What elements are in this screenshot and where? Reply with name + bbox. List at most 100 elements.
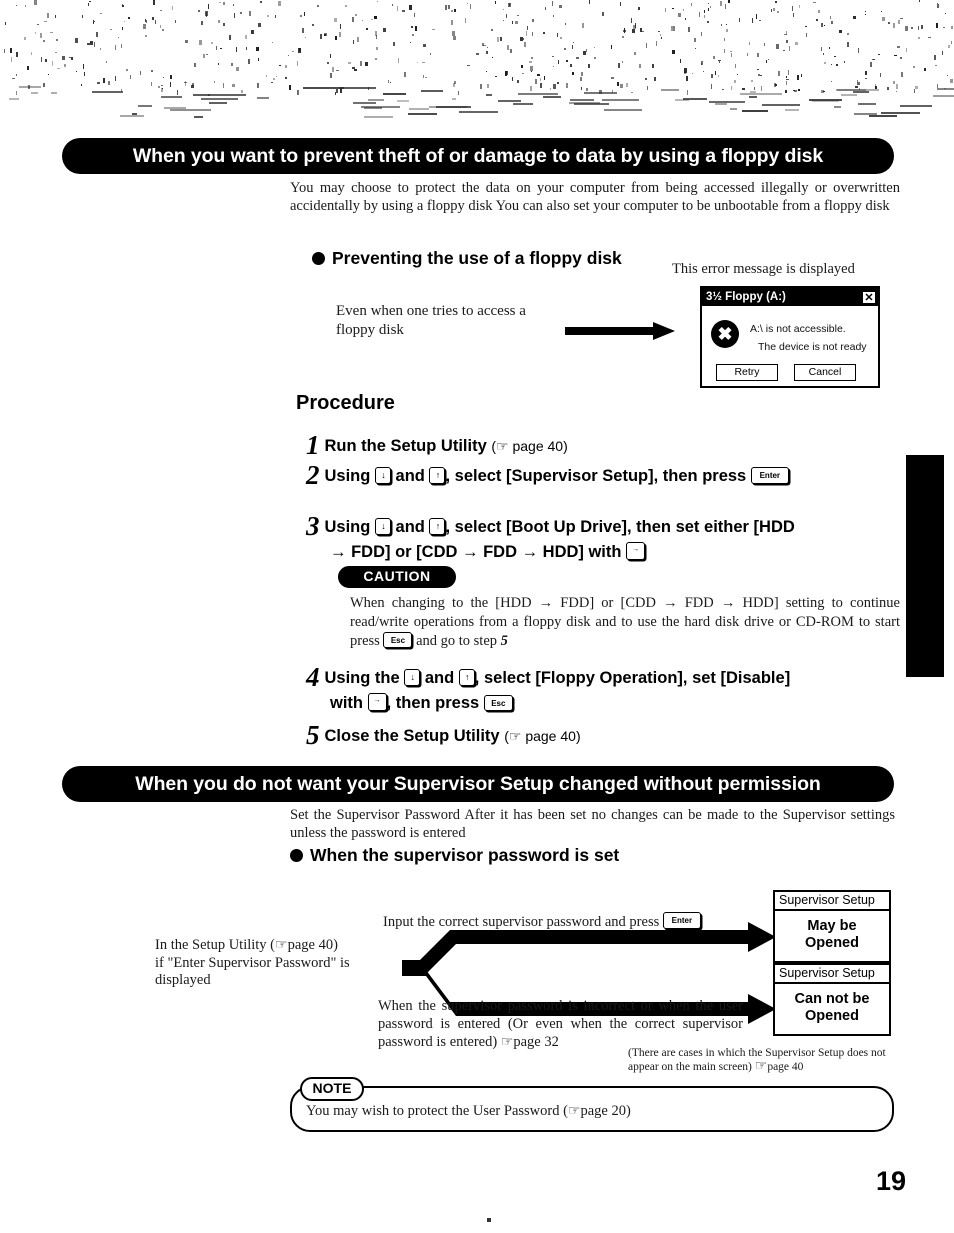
- key-down-arrow-icon: ↓: [374, 467, 391, 484]
- pointing-hand-icon: ☞: [275, 938, 288, 953]
- step-text-d: with: [330, 694, 363, 712]
- step-text-c: , select [Boot Up Drive], then set eithe…: [445, 518, 795, 536]
- step-text-c: , select [Floppy Operation], set [Disabl…: [474, 669, 791, 687]
- caution-text-b: and go to step: [416, 633, 498, 649]
- caption-even-when-access: Even when one tries to access a floppy d…: [336, 303, 526, 338]
- heading-preventing-floppy-use: Preventing the use of a floppy disk: [312, 248, 622, 269]
- page-reference-label: page 40: [512, 438, 564, 454]
- procedure-step-4: 4 Using the ↓ and ↑, select [Floppy Opera…: [306, 664, 906, 716]
- result-box-body: May be Opened: [775, 911, 889, 961]
- floppy-error-dialog: 3½ Floppy (A:) ✕ ✖ A:\ is not accessible…: [700, 286, 880, 388]
- close-icon[interactable]: ✕: [862, 290, 876, 304]
- procedure-step-5: 5 Close the Setup Utility (☞ page 40): [306, 722, 581, 749]
- scan-noise-artifact: [0, 0, 954, 122]
- key-esc-icon: Esc: [383, 632, 413, 648]
- key-space-icon: →: [626, 542, 646, 560]
- flow-left-pageref: page 40): [287, 937, 338, 953]
- page-index-tab: [906, 455, 944, 677]
- result-box-header: Supervisor Setup: [775, 965, 889, 984]
- flow-left-condition-text: In the Setup Utility (☞page 40) if "Ente…: [155, 937, 395, 990]
- footnote-pageref: page 40: [767, 1061, 804, 1073]
- step-text-b: and: [395, 518, 425, 536]
- dialog-title: 3½ Floppy (A:): [706, 291, 786, 303]
- dialog-titlebar: 3½ Floppy (A:) ✕: [702, 288, 878, 306]
- step-text: Run the Setup Utility: [324, 437, 487, 455]
- step-number: 3: [306, 511, 320, 541]
- key-down-arrow-icon: ↓: [374, 518, 391, 535]
- page-reference[interactable]: (☞ page 40): [504, 728, 580, 744]
- step-text: Close the Setup Utility: [324, 727, 500, 745]
- dialog-message-line-2: The device is not ready: [758, 341, 867, 353]
- flow-left-text-b: if "Enter Supervisor Password" is displa…: [155, 954, 350, 989]
- dialog-body: ✖ A:\ is not accessible. The device is n…: [702, 306, 878, 390]
- dialog-message-line-1: A:\ is not accessible.: [750, 323, 846, 335]
- retry-button[interactable]: Retry: [716, 364, 778, 381]
- result-line-2: Opened: [805, 1008, 859, 1024]
- section2-intro-text: Set the Supervisor Password After it has…: [290, 807, 895, 841]
- step-text-e: , then press: [386, 694, 480, 712]
- key-up-arrow-icon: ↑: [458, 669, 475, 686]
- flow-left-text-a: In the Setup Utility (: [155, 937, 276, 953]
- note-badge: NOTE: [300, 1077, 364, 1101]
- key-down-arrow-icon: ↓: [404, 669, 421, 686]
- pointing-hand-icon: ☞: [754, 1059, 768, 1074]
- step-text-d: → FDD] or [CDD → FDD → HDD] with: [330, 543, 622, 561]
- procedure-step-3: 3 Using ↓ and ↑, select [Boot Up Drive], …: [306, 513, 906, 565]
- flow-bottom-branch-text: When the supervisor password is incorrec…: [378, 997, 743, 1052]
- pointing-hand-icon: ☞: [508, 728, 522, 744]
- step-text-a: Using the: [324, 669, 400, 687]
- step-number: 2: [306, 460, 320, 490]
- heading-text: When the supervisor password is set: [310, 845, 620, 865]
- error-stop-icon: ✖: [711, 320, 739, 348]
- step-text-a: Using: [324, 518, 371, 536]
- page-number: 19: [876, 1166, 907, 1196]
- result-line-1: May be: [807, 918, 857, 934]
- note-text-a: You may wish to protect the User Passwor…: [306, 1103, 568, 1119]
- key-esc-icon: Esc: [483, 695, 513, 711]
- caution-text: When changing to the [HDD → FDD] or [CDD…: [350, 594, 900, 651]
- caution-badge: CAUTION: [338, 566, 456, 588]
- page-reference[interactable]: (☞ page 40): [491, 438, 567, 454]
- step-text-b: and: [395, 467, 425, 485]
- flow-footnote-text: (There are cases in which the Supervisor…: [628, 1046, 903, 1074]
- step-text-c: , select [Supervisor Setup], then press: [445, 467, 747, 485]
- key-up-arrow-icon: ↑: [429, 467, 446, 484]
- bullet-dot-icon: [290, 849, 303, 862]
- key-space-icon: →: [367, 693, 387, 711]
- result-line-1: Can not be: [794, 991, 870, 1007]
- flow-bottom-label: When the supervisor password is incorrec…: [378, 998, 743, 1050]
- step-number: 4: [306, 662, 320, 692]
- error-message-label: This error message is displayed: [672, 261, 855, 277]
- result-box-header: Supervisor Setup: [775, 892, 889, 911]
- bullet-dot-icon: [312, 252, 325, 265]
- pointing-hand-icon: ☞: [567, 1104, 581, 1119]
- section-banner-supervisor: When you do not want your Supervisor Set…: [62, 766, 894, 802]
- flow-bottom-pageref: page 32: [513, 1034, 559, 1050]
- result-box-body: Can not be Opened: [775, 984, 889, 1034]
- procedure-step-2: 2 Using ↓ and ↑, select [Supervisor Setup…: [306, 462, 896, 489]
- step-text-a: Using: [324, 467, 371, 485]
- procedure-title: Procedure: [296, 392, 395, 414]
- step-text-b: and: [424, 669, 455, 687]
- note-pageref: page 20): [580, 1103, 631, 1119]
- step-number: 5: [306, 720, 320, 750]
- result-box-may-be-opened: Supervisor Setup May be Opened: [773, 890, 891, 963]
- note-text: You may wish to protect the User Passwor…: [306, 1103, 876, 1121]
- pointing-hand-icon: ☞: [500, 1035, 514, 1050]
- pointing-hand-icon: ☞: [496, 438, 509, 454]
- result-line-2: Opened: [805, 935, 859, 951]
- cancel-button[interactable]: Cancel: [794, 364, 856, 381]
- section1-intro-text: You may choose to protect the data on yo…: [290, 180, 900, 214]
- caution-step-ref: 5: [500, 633, 508, 649]
- heading-text: Preventing the use of a floppy disk: [332, 248, 622, 268]
- key-up-arrow-icon: ↑: [429, 518, 446, 535]
- step-number: 1: [306, 430, 320, 460]
- result-box-can-not-be-opened: Supervisor Setup Can not be Opened: [773, 963, 891, 1036]
- flow-arrow-right-icon: [565, 322, 675, 340]
- scan-speck-artifact: [487, 1218, 491, 1222]
- key-enter-icon: Enter: [750, 467, 789, 484]
- procedure-step-1: 1 Run the Setup Utility (☞ page 40): [306, 432, 568, 459]
- section-banner-floppy: When you want to prevent theft of or dam…: [62, 138, 894, 174]
- page-reference-label: page 40: [525, 728, 576, 744]
- heading-when-supervisor-password-set: When the supervisor password is set: [290, 845, 619, 866]
